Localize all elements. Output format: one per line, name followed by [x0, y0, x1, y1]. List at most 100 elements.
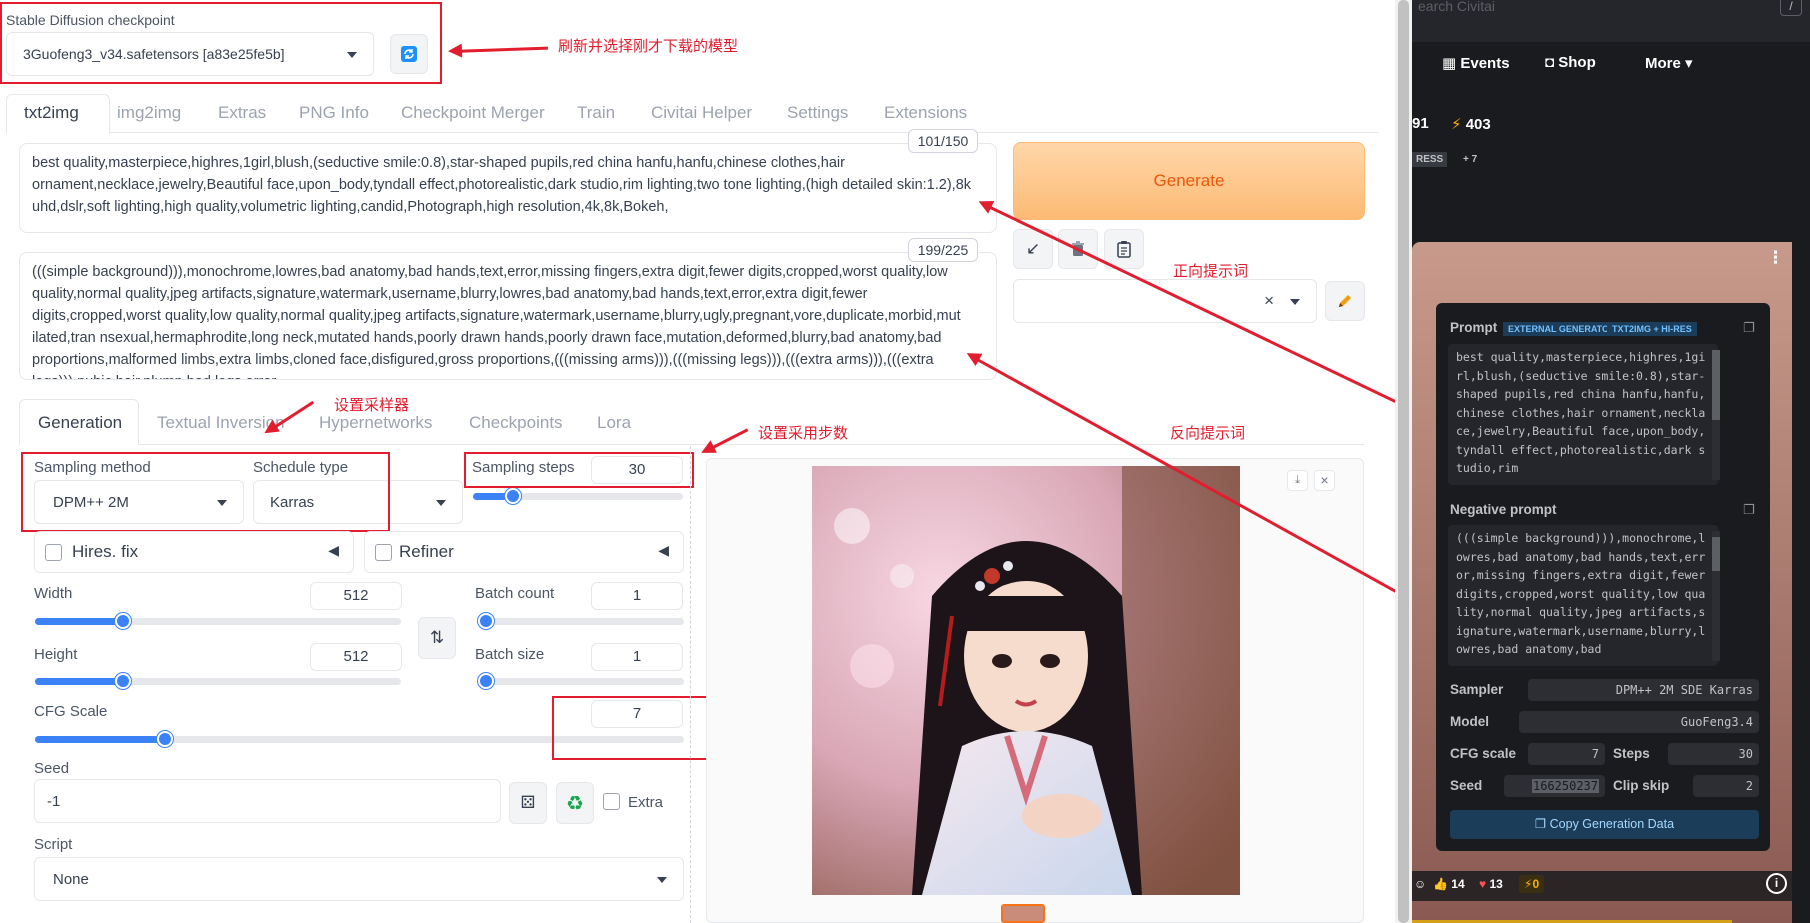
seed-input[interactable]: -1 — [34, 779, 501, 823]
download-icon[interactable]: ⤓ — [1287, 470, 1308, 491]
heart-reaction[interactable]: ♥ 13 — [1479, 877, 1503, 891]
nav-more[interactable]: More ▾ — [1645, 54, 1693, 72]
steps-label: Steps — [1613, 746, 1650, 761]
arrow-down-left-icon: ↙ — [1025, 239, 1041, 258]
close-icon[interactable]: × — [1314, 470, 1335, 491]
prompt-input[interactable]: best quality,masterpiece,highres,1girl,b… — [19, 143, 997, 233]
slider-handle[interactable] — [156, 731, 173, 747]
batch-size-input[interactable]: 1 — [591, 643, 683, 671]
subtab-lora[interactable]: Lora — [597, 413, 631, 433]
hires-fix-label: Hires. fix — [72, 542, 139, 561]
slider-handle[interactable] — [504, 488, 521, 504]
annotation-negative: 反向提示词 — [1170, 425, 1246, 442]
seed-selected: 166250237 — [1531, 779, 1599, 793]
sampling-steps-slider[interactable] — [473, 488, 683, 504]
collapse-arrow-icon[interactable]: ◀ — [328, 542, 339, 559]
civitai-negative-text: (((simple background))),monochrome,lowre… — [1448, 525, 1718, 666]
reuse-seed-button[interactable]: ♻ — [556, 782, 594, 824]
prompt-scroll-thumb[interactable] — [1712, 350, 1720, 420]
refiner-accordion[interactable]: Refiner ◀ — [364, 531, 684, 573]
height-input[interactable]: 512 — [310, 643, 402, 671]
generated-image[interactable] — [812, 466, 1240, 895]
negative-scrollbar[interactable] — [1712, 531, 1720, 661]
subtab-checkpoints[interactable]: Checkpoints — [469, 413, 563, 433]
nav-shop[interactable]: ◘ Shop — [1545, 54, 1596, 71]
refiner-checkbox[interactable] — [375, 544, 392, 561]
slider-fill — [35, 678, 123, 685]
clip-skip-label: Clip skip — [1613, 778, 1670, 793]
prompt-token-counter: 101/150 — [908, 129, 978, 153]
tab-extensions[interactable]: Extensions — [884, 103, 967, 123]
tab-extras[interactable]: Extras — [218, 103, 266, 123]
script-value: None — [53, 870, 89, 888]
bag-icon: ◘ — [1545, 54, 1559, 71]
batch-size-slider[interactable] — [478, 673, 684, 689]
generate-button[interactable]: Generate — [1013, 142, 1365, 220]
output-thumbnail[interactable] — [1001, 904, 1045, 923]
civitai-prompt-text: best quality,masterpiece,highres,1girl,b… — [1448, 344, 1718, 485]
edit-styles-button[interactable] — [1325, 281, 1365, 321]
annotation-positive: 正向提示词 — [1173, 263, 1249, 280]
clear-icon[interactable]: × — [1264, 291, 1274, 311]
more-options-icon[interactable]: ⋮ — [1767, 248, 1784, 268]
width-input[interactable]: 512 — [310, 582, 402, 610]
batch-size-label: Batch size — [475, 646, 545, 663]
slider-handle[interactable] — [114, 673, 131, 689]
hires-fix-accordion[interactable]: Hires. fix ◀ — [34, 531, 354, 573]
pencil-icon — [1339, 295, 1351, 307]
tab-train[interactable]: Train — [577, 103, 615, 123]
slider-handle[interactable] — [114, 613, 131, 629]
negative-scroll-thumb[interactable] — [1712, 537, 1720, 571]
search-input[interactable]: earch Civitai — [1418, 0, 1495, 14]
subtab-generation[interactable]: Generation — [38, 413, 122, 433]
tab-settings[interactable]: Settings — [787, 103, 848, 123]
slider-handle[interactable] — [478, 613, 494, 629]
prompt-scrollbar[interactable] — [1712, 350, 1720, 480]
heart-count: 13 — [1489, 877, 1503, 891]
tab-txt2img[interactable]: txt2img — [24, 103, 79, 123]
random-seed-button[interactable]: ⚄ — [509, 782, 547, 824]
tip-reaction[interactable]: ⚡0 — [1519, 875, 1545, 893]
script-select[interactable]: None — [34, 857, 684, 901]
collapse-arrow-icon[interactable]: ◀ — [658, 542, 669, 559]
extra-seed-checkbox[interactable] — [603, 793, 620, 810]
tag-more-badge[interactable]: + 7 — [1459, 152, 1481, 167]
copy-generation-data-button[interactable]: ❐ Copy Generation Data — [1450, 810, 1759, 839]
calendar-icon: ▦ — [1442, 55, 1461, 72]
chevron-down-icon — [436, 500, 446, 506]
tab-checkpoint-merger[interactable]: Checkpoint Merger — [401, 103, 545, 123]
stat-bolt: ⚡ 403 — [1451, 115, 1491, 133]
sampler-value: DPM++ 2M SDE Karras — [1528, 679, 1759, 701]
scroll-thumb[interactable] — [1398, 0, 1409, 923]
scroll-gutter — [1395, 0, 1412, 923]
emoji-icon[interactable]: ☺ — [1414, 877, 1426, 891]
swap-dimensions-button[interactable]: ⇅ — [418, 617, 456, 659]
width-slider[interactable] — [35, 613, 401, 629]
slider-handle[interactable] — [478, 673, 494, 689]
steps-value: 30 — [1668, 743, 1759, 765]
info-icon[interactable]: i — [1766, 873, 1787, 894]
tag-badge[interactable]: RESS — [1412, 152, 1448, 167]
copy-icon[interactable]: ❐ — [1743, 320, 1755, 336]
copy-icon[interactable]: ❐ — [1743, 502, 1755, 518]
like-reaction[interactable]: 👍 14 — [1433, 877, 1465, 891]
cfg-scale-label: CFG Scale — [34, 703, 108, 720]
styles-select[interactable]: × — [1013, 279, 1317, 323]
generation-data-panel: Prompt EXTERNAL GENERATOR TXT2IMG + HI-R… — [1436, 303, 1770, 851]
subtab-divider — [139, 444, 1364, 445]
tab-civitai-helper[interactable]: Civitai Helper — [651, 103, 752, 123]
tab-png-info[interactable]: PNG Info — [299, 103, 369, 123]
tab-divider — [110, 132, 1378, 133]
negative-prompt-label: Negative prompt — [1450, 502, 1557, 517]
highlight-checkpoint — [0, 2, 442, 84]
tabs-container — [6, 92, 1378, 94]
clip-skip-value: 2 — [1693, 775, 1759, 797]
height-slider[interactable] — [35, 673, 401, 689]
nav-events[interactable]: ▦ Events — [1442, 54, 1510, 72]
batch-count-input[interactable]: 1 — [591, 582, 683, 610]
hires-fix-checkbox[interactable] — [45, 544, 62, 561]
tab-img2img[interactable]: img2img — [117, 103, 181, 123]
negative-prompt-input[interactable]: (((simple background))),monochrome,lowre… — [19, 252, 997, 380]
batch-count-slider[interactable] — [478, 613, 684, 629]
subtab-hypernetworks[interactable]: Hypernetworks — [319, 413, 432, 433]
